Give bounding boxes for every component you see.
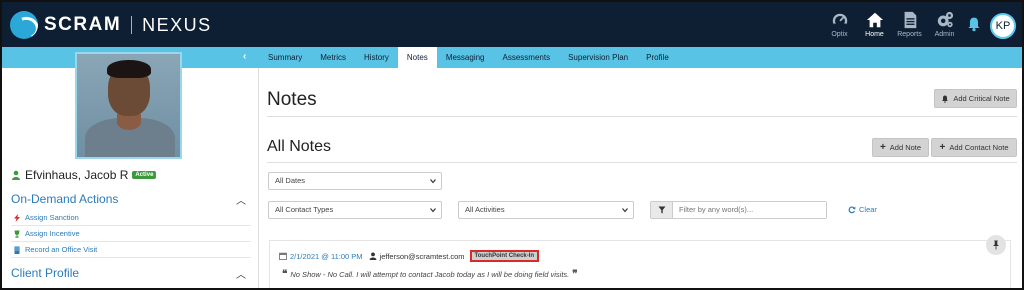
divider — [267, 116, 1017, 117]
plus-icon: + — [939, 141, 946, 153]
filter-addon — [651, 202, 673, 218]
tab-metrics[interactable]: Metrics — [311, 47, 355, 68]
bell-icon[interactable] — [966, 16, 982, 32]
main-content: Notes Add Critical Note All Notes + Add … — [259, 68, 1022, 288]
chevron-down-icon — [430, 208, 436, 213]
tab-assessments[interactable]: Assessments — [494, 47, 560, 68]
assign-incentive-link[interactable]: Assign Incentive — [13, 229, 80, 238]
trophy-icon — [14, 230, 20, 238]
dates-select[interactable]: All Dates — [268, 172, 442, 190]
client-sidebar: Efvinhaus, Jacob R Active On-Demand Acti… — [2, 52, 259, 288]
user-icon — [12, 170, 20, 180]
on-demand-actions-title[interactable]: On-Demand Actions — [11, 192, 118, 206]
scram-logo[interactable]: SCRAM NEXUS — [10, 10, 212, 40]
clear-filters-label: Clear — [859, 205, 877, 214]
pin-icon — [993, 240, 999, 250]
top-nav-menu: Optix Home Reports Admin KP — [822, 6, 1016, 39]
refresh-icon — [848, 205, 856, 213]
contact-types-select[interactable]: All Contact Types — [268, 201, 442, 219]
note-date-link[interactable]: 2/1/2021 @ 11:00 PM — [279, 252, 363, 261]
add-note-button[interactable]: + Add Note — [872, 138, 929, 157]
note-body: No Show - No Call. I will attempt to con… — [290, 270, 570, 279]
calendar-icon — [279, 252, 287, 260]
filter-input[interactable] — [673, 202, 826, 218]
add-contact-note-button[interactable]: + Add Contact Note — [931, 138, 1017, 157]
note-date: 2/1/2021 @ 11:00 PM — [290, 251, 363, 261]
assign-sanction-link[interactable]: Assign Sanction — [13, 213, 79, 222]
home-icon — [866, 12, 883, 28]
nav-reports-label: Reports — [897, 31, 922, 38]
note-card: 2/1/2021 @ 11:00 PM jefferson@scramtest.… — [269, 235, 1011, 288]
client-name: Efvinhaus, Jacob R — [25, 168, 129, 182]
client-name-row: Efvinhaus, Jacob R Active — [11, 168, 157, 182]
scram-logo-icon — [10, 11, 38, 39]
filter-icon — [658, 206, 665, 214]
divider — [11, 257, 251, 258]
divider — [11, 241, 251, 242]
tab-summary[interactable]: Summary — [259, 47, 311, 68]
top-navbar: SCRAM NEXUS Optix Home Reports Admin KP — [2, 2, 1022, 47]
divider — [267, 162, 1017, 163]
user-avatar[interactable]: KP — [990, 13, 1016, 39]
client-profile-title[interactable]: Client Profile — [11, 266, 79, 280]
product-name: NEXUS — [142, 14, 212, 35]
nav-reports[interactable]: Reports — [892, 6, 927, 38]
brand-name: SCRAM — [44, 14, 122, 35]
document-icon — [904, 11, 916, 29]
note-user-email: jefferson@scramtest.com — [379, 251, 465, 261]
lightning-icon — [14, 213, 20, 222]
gauge-icon — [832, 13, 847, 29]
plus-icon: + — [879, 141, 886, 153]
assign-incentive-label: Assign Incentive — [25, 229, 80, 238]
add-note-label: Add Note — [889, 143, 922, 152]
tab-notes[interactable]: Notes — [397, 47, 437, 68]
filter-search — [650, 201, 827, 219]
tab-supervision-plan[interactable]: Supervision Plan — [559, 47, 637, 68]
note-tag: TouchPoint Check-In — [469, 250, 540, 262]
brand-separator — [131, 16, 133, 34]
nav-optix-label: Optix — [831, 31, 848, 38]
add-critical-note-label: Add Critical Note — [953, 94, 1010, 103]
nav-admin-label: Admin — [934, 31, 955, 38]
status-badge: Active — [132, 171, 157, 179]
record-office-visit-label: Record an Office Visit — [25, 245, 98, 254]
dates-select-value: All Dates — [275, 176, 306, 185]
close-quote-icon: ❞ — [572, 269, 578, 280]
tab-profile[interactable]: Profile — [637, 47, 678, 68]
assign-sanction-label: Assign Sanction — [25, 213, 79, 222]
chevron-down-icon — [430, 179, 436, 184]
activities-select-value: All Activities — [465, 205, 505, 214]
note-user: jefferson@scramtest.com — [369, 252, 465, 261]
tab-history[interactable]: History — [355, 47, 398, 68]
nav-optix[interactable]: Optix — [822, 6, 857, 38]
note-text: ❝ No Show - No Call. I will attempt to c… — [279, 269, 581, 280]
user-icon — [369, 252, 376, 260]
open-quote-icon: ❝ — [282, 269, 288, 280]
record-office-visit-link[interactable]: Record an Office Visit — [13, 245, 97, 254]
chevron-up-icon[interactable]: ︿ — [236, 266, 246, 281]
contact-types-select-value: All Contact Types — [275, 205, 334, 214]
tab-messaging[interactable]: Messaging — [437, 47, 494, 68]
bell-icon — [942, 95, 949, 103]
clear-filters-link[interactable]: Clear — [848, 205, 877, 214]
collapse-sidebar-icon[interactable]: ‹ — [243, 51, 246, 62]
page-title: Notes — [267, 89, 317, 110]
nav-home-label: Home — [865, 31, 884, 38]
nav-admin[interactable]: Admin — [927, 6, 962, 38]
nav-home[interactable]: Home — [857, 6, 892, 38]
app-frame: SCRAM NEXUS Optix Home Reports Admin KP — [0, 0, 1024, 290]
section-title: All Notes — [267, 138, 332, 155]
add-contact-note-label: Add Contact Note — [949, 143, 1009, 152]
gears-icon — [937, 11, 953, 28]
note-meta: 2/1/2021 @ 11:00 PM jefferson@scramtest.… — [279, 250, 540, 262]
pin-note-button[interactable] — [986, 235, 1006, 255]
client-photo — [75, 52, 182, 159]
chevron-down-icon — [622, 208, 628, 213]
add-critical-note-button[interactable]: Add Critical Note — [934, 89, 1017, 108]
building-icon — [14, 246, 20, 254]
client-tabs: Summary Metrics History Notes Messaging … — [259, 47, 678, 68]
chevron-up-icon[interactable]: ︿ — [236, 192, 246, 207]
activities-select[interactable]: All Activities — [458, 201, 634, 219]
divider — [11, 225, 251, 226]
